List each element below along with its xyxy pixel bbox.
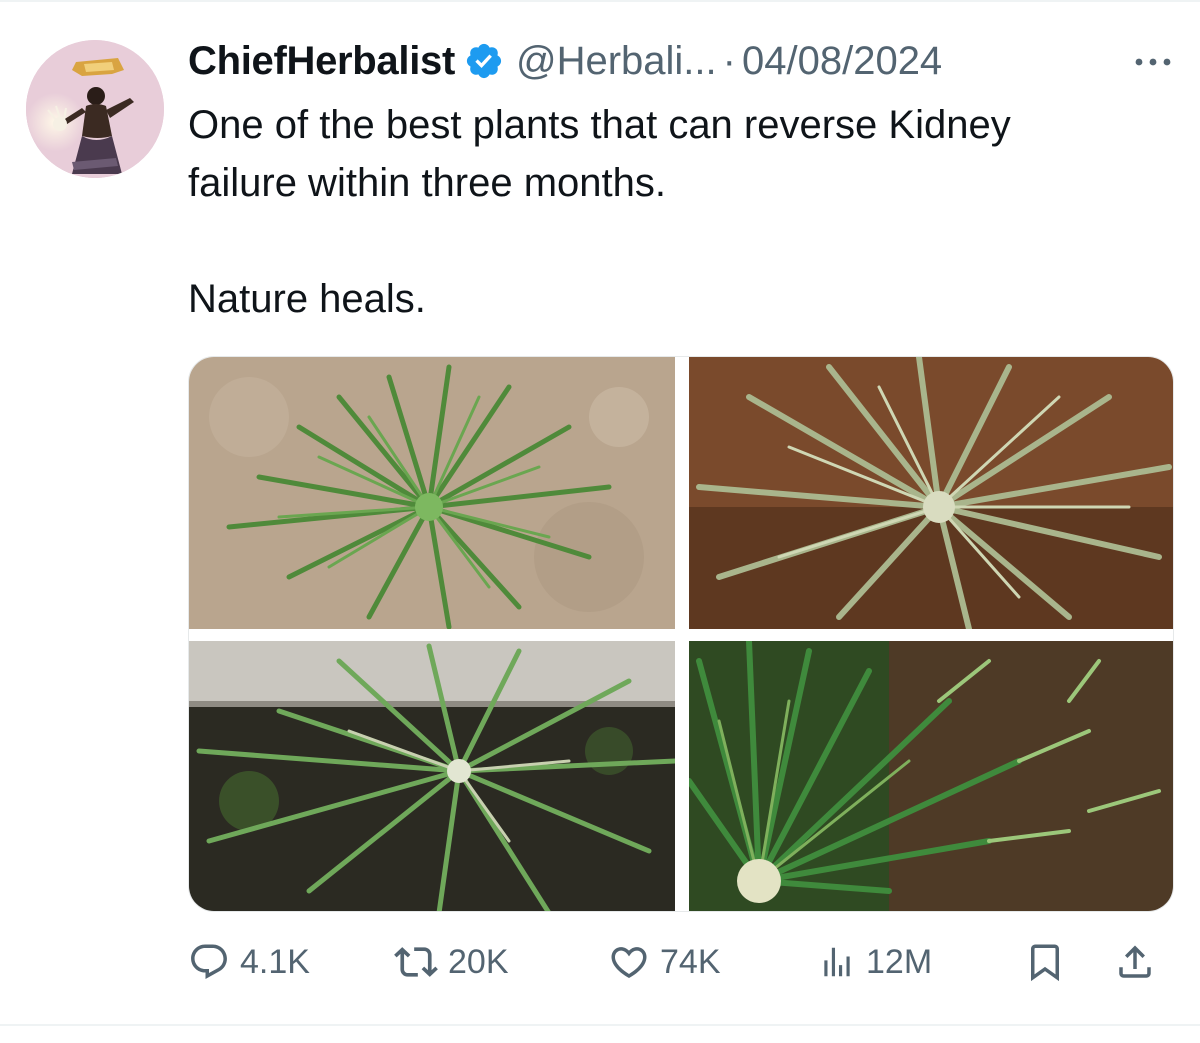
- tweet-text-line: Nature heals.: [188, 277, 426, 321]
- verified-badge-icon: [466, 43, 502, 79]
- like-button[interactable]: 74K: [608, 932, 721, 992]
- views-count: 12M: [866, 942, 933, 981]
- more-dots-icon: [1135, 58, 1171, 66]
- bookmark-icon: [1031, 944, 1059, 982]
- reply-icon: [191, 944, 227, 979]
- heart-icon: [611, 947, 647, 979]
- retweet-button[interactable]: 20K: [394, 932, 509, 992]
- bookmark-button[interactable]: [1024, 932, 1066, 992]
- tweet-text-line: One of the best plants that can reverse …: [188, 103, 1011, 147]
- tweet-date[interactable]: 04/08/2024: [742, 39, 942, 84]
- views-chart-icon: [824, 947, 850, 977]
- media-photo-2[interactable]: [689, 357, 1173, 629]
- bottom-divider: [0, 1024, 1200, 1026]
- grass-plant-photo-icon: [689, 357, 1173, 629]
- media-photo-4[interactable]: [689, 641, 1173, 911]
- reply-count: 4.1K: [240, 942, 310, 981]
- avatar[interactable]: [26, 40, 164, 178]
- more-options-button[interactable]: [1130, 42, 1176, 82]
- share-icon: [1119, 945, 1151, 978]
- action-bar: 4.1K 20K 74K 12M: [188, 932, 1178, 992]
- media-photo-3[interactable]: [189, 641, 675, 911]
- reply-button[interactable]: 4.1K: [188, 932, 310, 992]
- grass-plant-photo-icon: [189, 641, 675, 911]
- media-photo-1[interactable]: [189, 357, 675, 629]
- grass-plant-photo-icon: [689, 641, 1173, 911]
- media-grid: [188, 356, 1174, 912]
- tweet-text: One of the best plants that can reverse …: [188, 96, 1168, 328]
- retweet-count: 20K: [448, 942, 509, 981]
- like-count: 74K: [660, 942, 721, 981]
- display-name[interactable]: ChiefHerbalist: [188, 39, 455, 84]
- tweet-header: ChiefHerbalist @Herbali... · 04/08/2024: [188, 34, 1178, 88]
- retweet-icon: [394, 947, 438, 977]
- separator-dot: ·: [722, 38, 736, 83]
- user-handle[interactable]: @Herbali...: [516, 39, 717, 84]
- grass-plant-photo-icon: [189, 357, 675, 629]
- tweet-text-line: failure within three months.: [188, 161, 667, 205]
- avatar-image: [26, 40, 164, 178]
- views-button[interactable]: 12M: [818, 932, 932, 992]
- top-divider: [0, 0, 1200, 2]
- share-button[interactable]: [1114, 932, 1156, 992]
